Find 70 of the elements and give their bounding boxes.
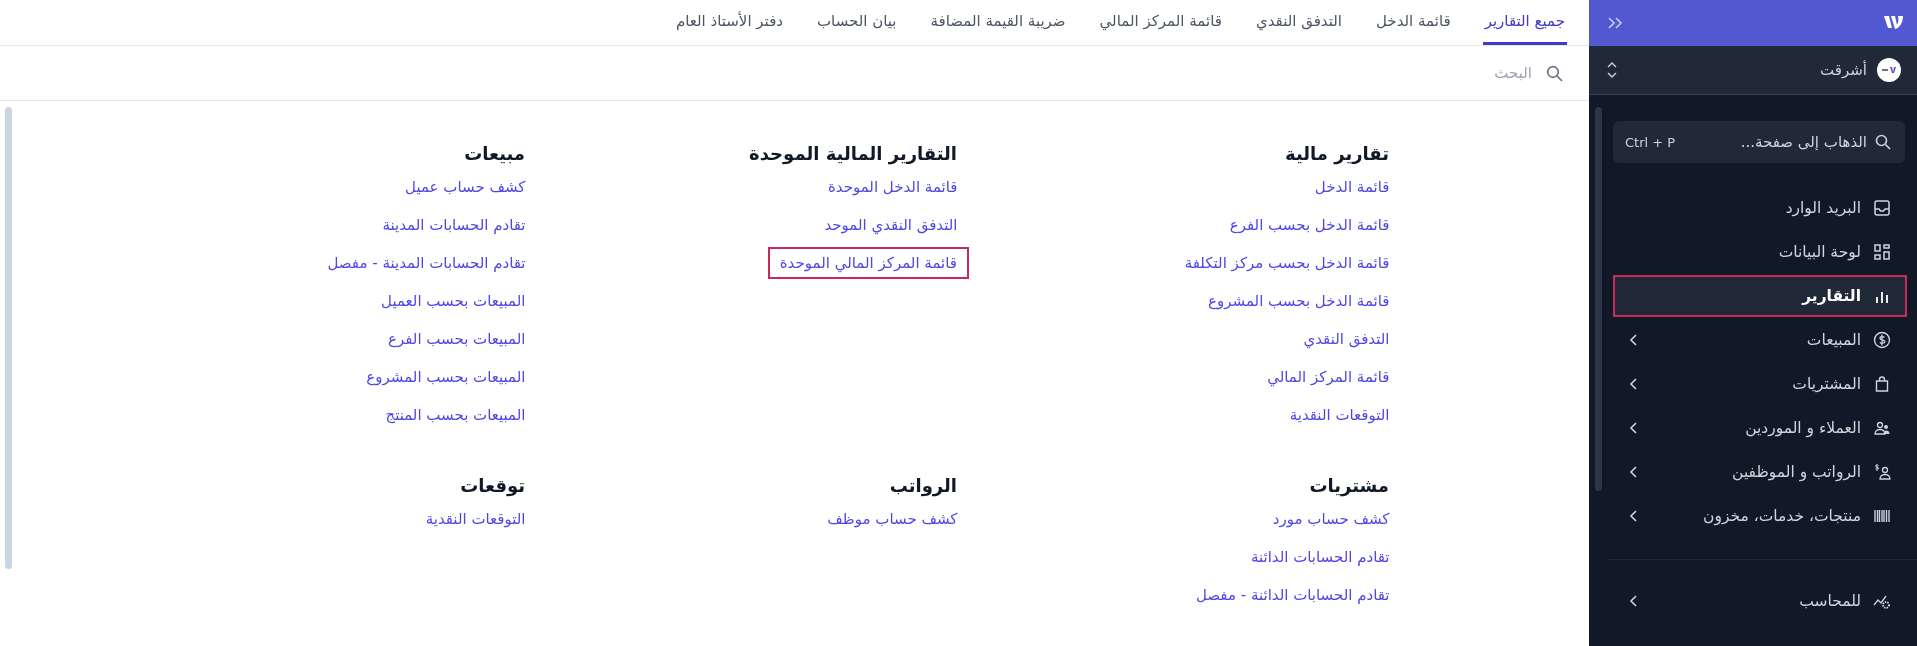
shopping-bag-icon	[1873, 375, 1891, 393]
chevron-icon	[1629, 333, 1639, 347]
report-link[interactable]: قائمة الدخل الموحدة	[825, 171, 960, 203]
logo-icon	[1882, 66, 1896, 74]
sidebar-item[interactable]: العملاء و الموردين	[1613, 407, 1907, 449]
chevron-icon	[1629, 377, 1639, 391]
report-link[interactable]: تقادم الحسابات الدائنة - مفصل	[1193, 579, 1392, 611]
goto-page-placeholder: الذهاب إلى صفحة...	[1739, 133, 1867, 151]
report-tab[interactable]: بيان الحساب	[815, 0, 899, 45]
sidebar-item[interactable]: للمحاسب	[1613, 580, 1907, 622]
report-tab[interactable]: التدفق النقدي	[1253, 0, 1344, 45]
report-link[interactable]: قائمة الدخل بحسب المشروع	[1206, 285, 1392, 317]
scrollbar[interactable]	[5, 107, 12, 569]
report-link[interactable]: قائمة المركز المالي الموحدة	[767, 247, 969, 279]
report-tab[interactable]: قائمة الدخل	[1374, 0, 1453, 45]
up-down-chevron-icon	[1607, 61, 1617, 79]
sidebar-item[interactable]: التقارير	[1613, 275, 1907, 317]
section-heading: التقارير المالية الموحدة	[749, 142, 957, 167]
section-heading: الرواتب	[889, 474, 957, 499]
report-link[interactable]: كشف حساب مورد	[1270, 503, 1392, 535]
report-tab[interactable]: جميع التقارير	[1482, 0, 1567, 45]
report-link[interactable]: التدفق النقدي	[1301, 323, 1392, 355]
report-tab[interactable]: دفتر الأستاذ العام	[673, 0, 785, 45]
report-link[interactable]: المبيعات بحسب الفرع	[386, 323, 528, 355]
report-link[interactable]: كشف حساب عميل	[403, 171, 528, 203]
sidebar-item[interactable]: المشتريات	[1613, 363, 1907, 405]
report-link[interactable]: قائمة الدخل بحسب الفرع	[1227, 209, 1392, 241]
dashboard-icon	[1873, 243, 1891, 261]
users-icon	[1873, 419, 1891, 437]
report-link[interactable]: المبيعات بحسب المنتج	[383, 399, 528, 431]
report-tab[interactable]: قائمة المركز المالي	[1097, 0, 1224, 45]
search-icon	[1875, 134, 1891, 150]
sidebar-item[interactable]: لوحة البيانات	[1613, 231, 1907, 273]
logo-icon	[1883, 14, 1905, 32]
report-tab[interactable]: ضريبة القيمة المضافة	[928, 0, 1068, 45]
sidebar-item[interactable]: المبيعات	[1613, 319, 1907, 361]
search-field[interactable]: البحث	[1230, 63, 1534, 83]
report-link[interactable]: قائمة الدخل	[1312, 171, 1392, 203]
report-link[interactable]: تقادم الحسابات المدينة	[380, 209, 528, 241]
organization-switcher[interactable]: أشرقت	[1589, 46, 1917, 95]
barcode-icon	[1873, 507, 1891, 525]
section-heading: مشتريات	[1309, 474, 1389, 499]
section-heading: مبيعات	[464, 142, 525, 166]
sidebar-item[interactable]: الرواتب و الموظفين	[1613, 451, 1907, 493]
report-link[interactable]: التوقعات النقدية	[1287, 399, 1392, 431]
report-link[interactable]: المبيعات بحسب المشروع	[364, 361, 528, 393]
inbox-icon	[1873, 199, 1891, 217]
collapse-icon	[1607, 16, 1623, 30]
keyboard-shortcut: Ctrl + P	[1625, 134, 1676, 150]
report-link[interactable]: كشف حساب موظف	[825, 503, 960, 535]
chevron-icon	[1629, 465, 1639, 479]
sidebar-item[interactable]: منتجات، خدمات، مخزون	[1613, 495, 1907, 537]
report-link[interactable]: قائمة الدخل بحسب مركز التكلفة	[1182, 247, 1392, 279]
chevron-icon	[1629, 594, 1639, 608]
report-link[interactable]: تقادم الحسابات المدينة - مفصل	[325, 247, 528, 279]
chevron-icon	[1629, 421, 1639, 435]
section-heading: تقارير مالية	[1285, 142, 1389, 167]
report-link[interactable]: التوقعات النقدية	[423, 503, 528, 535]
report-link[interactable]: المبيعات بحسب العميل	[379, 285, 528, 317]
search-icon	[1546, 64, 1563, 82]
report-link[interactable]: تقادم الحسابات الدائنة	[1248, 541, 1392, 573]
organization-name: أشرقت	[1819, 61, 1867, 79]
dollar-circle-icon	[1873, 331, 1891, 349]
report-link[interactable]: قائمة المركز المالي	[1265, 361, 1392, 393]
scrollbar[interactable]	[1595, 107, 1602, 491]
chevron-icon	[1629, 509, 1639, 523]
payroll-icon	[1873, 463, 1891, 481]
report-link[interactable]: التدفق النقدي الموحد	[822, 209, 960, 241]
section-heading: توقعات	[460, 474, 525, 499]
sidebar-item[interactable]: البريد الوارد	[1613, 187, 1907, 229]
